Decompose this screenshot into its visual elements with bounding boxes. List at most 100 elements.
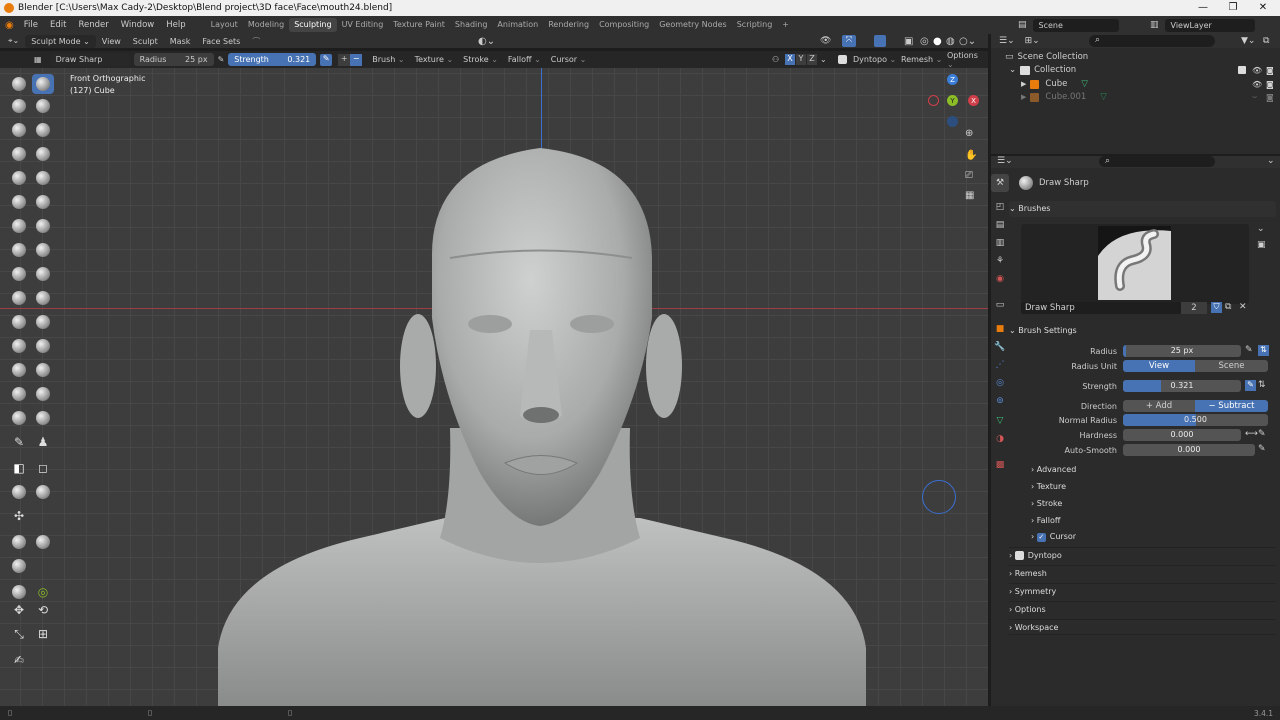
close-button[interactable]: ✕ [1248, 0, 1278, 16]
falloff-subsection[interactable]: › Falloff [1031, 513, 1276, 529]
tab-tool-icon[interactable]: ⚒ [991, 174, 1009, 192]
xray-icon[interactable]: ▣ [904, 36, 913, 47]
tab-particles-icon[interactable]: ⋰ [991, 356, 1009, 374]
expand-arrow-icon[interactable]: ⌄ [1009, 65, 1016, 75]
outliner-search-input[interactable]: ⌕ [1089, 35, 1215, 47]
tab-geometry-nodes[interactable]: Geometry Nodes [654, 18, 731, 32]
tab-collection-icon[interactable]: ▭ [991, 296, 1009, 314]
radius-pressure-icon[interactable]: ✎ [218, 55, 225, 64]
tab-texture-paint[interactable]: Texture Paint [388, 18, 450, 32]
brush-name-field[interactable]: Draw Sharp [1021, 302, 1181, 314]
radius-unit-lock-icon[interactable]: ⇅ [1258, 345, 1269, 356]
tab-world-icon[interactable]: ◉ [991, 270, 1009, 288]
tab-scripting[interactable]: Scripting [732, 18, 778, 32]
tool-pose-icon[interactable] [32, 288, 54, 308]
tool-thumb-icon[interactable] [8, 288, 30, 308]
grid-toggle-icon[interactable]: ▦ [965, 190, 974, 201]
tool-box-hide-icon[interactable]: ◧ [8, 458, 30, 478]
tool-fill-icon[interactable] [32, 192, 54, 212]
direction-subtract-button[interactable]: − [350, 53, 363, 66]
texture-menu[interactable]: Texture [415, 55, 454, 64]
cursor-checkbox[interactable]: ✓ [1036, 532, 1046, 542]
fake-user-icon[interactable]: ⛉ [1211, 302, 1222, 313]
outliner-row-cube[interactable]: ▶ Cube ▽ 👁 ◙ [1021, 79, 1275, 89]
properties-editor-icon[interactable]: ☰⌄ [997, 156, 1013, 166]
tool-clay-icon[interactable] [8, 96, 30, 116]
zoom-icon[interactable]: ⊕ [965, 128, 973, 139]
filter-icon[interactable]: ▼⌄ [1241, 36, 1255, 46]
advanced-subsection[interactable]: › Advanced [1031, 462, 1276, 478]
tool-draw-face-sets-icon[interactable] [32, 384, 54, 404]
tool-cloth-icon[interactable] [8, 360, 30, 380]
tool-draw-sharp-icon[interactable] [32, 74, 54, 94]
tool-transform-icon[interactable]: ⊞ [32, 624, 54, 644]
menu-edit[interactable]: Edit [44, 20, 72, 30]
menu-render[interactable]: Render [72, 20, 114, 30]
tool-move-icon[interactable]: ✥ [8, 600, 30, 620]
new-brush-icon[interactable]: ⧉ [1225, 302, 1231, 312]
options-menu[interactable]: Options [947, 51, 983, 69]
tool-line-project-icon[interactable] [32, 482, 54, 502]
outliner-row-collection[interactable]: ⌄ Collection 👁 ◙ [1009, 65, 1275, 75]
tool-paint-icon[interactable] [32, 408, 54, 428]
orientation-icon[interactable]: ◐⌄ [478, 36, 495, 47]
tool-smooth-icon[interactable] [32, 168, 54, 188]
hardness-slider[interactable]: 0.000 [1123, 429, 1241, 441]
gizmo-neg-x-axis[interactable] [928, 95, 939, 106]
tool-blob-icon[interactable] [32, 144, 54, 164]
visibility-icon[interactable]: 👁 [820, 36, 831, 46]
cube-visibility-icon[interactable]: 👁 [1252, 80, 1262, 89]
tool-multiplane-scrape-icon[interactable] [32, 216, 54, 236]
tool-pinch-icon[interactable] [8, 240, 30, 260]
cube001-render-icon[interactable]: ◙ [1266, 93, 1274, 102]
hardness-pressure-icon[interactable]: ✎ [1258, 429, 1266, 439]
tab-layout[interactable]: Layout [206, 18, 243, 32]
menu-view[interactable]: View [96, 37, 127, 46]
brush-settings-section-header[interactable]: ⌄ Brush Settings [1009, 323, 1276, 339]
tool-smear-icon[interactable]: ✎ [8, 432, 30, 452]
tab-texture-icon[interactable]: ▩ [991, 456, 1009, 474]
tool-grab-icon[interactable] [32, 240, 54, 260]
tool-edit-face-set-icon[interactable] [8, 556, 30, 576]
unlink-brush-icon[interactable]: ✕ [1239, 302, 1247, 312]
editor-type-icon[interactable]: ⌖⌄ [0, 36, 25, 46]
scene-selector[interactable]: ▤ Scene [1018, 18, 1136, 32]
menu-sculpt[interactable]: Sculpt [127, 37, 164, 46]
tab-data-icon[interactable]: ▽ [991, 412, 1009, 430]
viewlayer-name[interactable]: ViewLayer [1164, 18, 1255, 32]
autosmooth-pressure-icon[interactable]: ✎ [1258, 444, 1266, 454]
shading-rendered-icon[interactable]: ○⌄ [959, 36, 976, 47]
tool-multires-displacement-icon[interactable] [8, 408, 30, 428]
tab-output-icon[interactable]: ▤ [991, 216, 1009, 234]
direction-add-button[interactable]: + [338, 53, 351, 66]
strength-lock-icon[interactable]: ⇅ [1258, 380, 1266, 390]
radius-unit-view-button[interactable]: View [1123, 360, 1195, 372]
stroke-menu[interactable]: Stroke [463, 55, 498, 64]
strength-pressure-icon[interactable]: ✎ [1245, 380, 1256, 391]
minimize-button[interactable]: — [1188, 0, 1218, 16]
brush-list-expand-icon[interactable]: ⌄ [1257, 224, 1265, 234]
menu-face-sets[interactable]: Face Sets [196, 37, 246, 46]
radius-pressure-icon[interactable]: ✎ [1245, 345, 1253, 355]
shading-wireframe-icon[interactable]: ◎ [920, 36, 929, 47]
tool-face-set-icon[interactable]: ◎ [32, 582, 54, 602]
direction-add-button[interactable]: + Add [1123, 400, 1195, 412]
workspace-section[interactable]: › Workspace [1009, 619, 1276, 635]
properties-search-input[interactable]: ⌕ [1099, 156, 1215, 167]
brush-selector[interactable]: Draw Sharp [49, 53, 130, 66]
brush-preview-icon[interactable]: ▣ [1257, 240, 1266, 250]
dyntopo-menu[interactable]: Dyntopo [853, 55, 896, 64]
gizmo-toggle-icon[interactable]: ⤧ [842, 35, 856, 47]
maximize-button[interactable]: ❐ [1218, 0, 1248, 16]
cursor-subsection[interactable]: › ✓ Cursor [1031, 529, 1276, 545]
tool-simplify-icon[interactable] [32, 360, 54, 380]
tab-material-icon[interactable]: ◑ [991, 430, 1009, 448]
scene-name[interactable]: Scene [1032, 18, 1119, 32]
tool-box-trim-icon[interactable] [8, 482, 30, 502]
pan-hand-icon[interactable]: ✋ [965, 150, 977, 161]
radius-unit-scene-button[interactable]: Scene [1195, 360, 1268, 372]
dyntopo-checkbox[interactable] [838, 55, 847, 64]
symmetry-section[interactable]: › Symmetry [1009, 583, 1276, 599]
menu-mask[interactable]: Mask [164, 37, 197, 46]
tool-layer-icon[interactable] [32, 120, 54, 140]
